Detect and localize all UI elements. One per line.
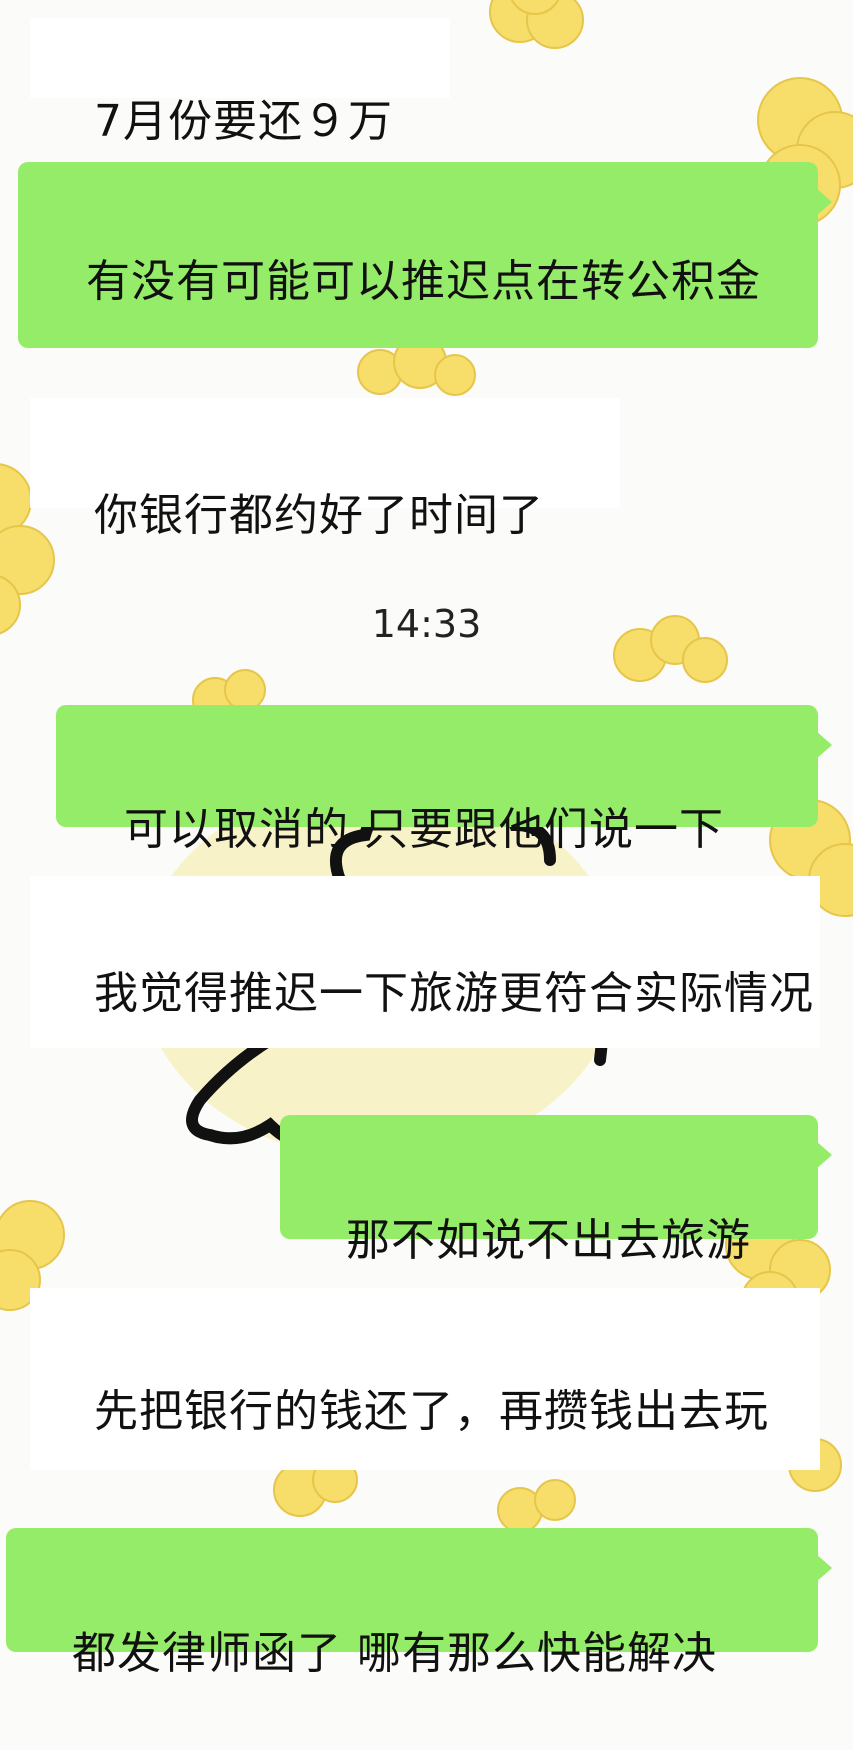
bubble-tail (816, 1141, 832, 1169)
message-text: 那不如说不出去旅游 (345, 1215, 751, 1266)
incoming-message: 7月份要还９万 (30, 18, 450, 147)
outgoing-message[interactable]: 那不如说不出去旅游 (280, 1115, 832, 1266)
incoming-message: 你银行都约好了时间了 (30, 398, 620, 541)
message-text: 有没有可能可以推迟点在转公积金 (85, 256, 761, 307)
message-text: 你银行都约好了时间了 (93, 490, 544, 541)
message-text: 我觉得推迟一下旅游更符合实际情况 (93, 968, 814, 1019)
chat-timestamp: 14:33 (371, 602, 482, 646)
incoming-message: 我觉得推迟一下旅游更符合实际情况 (30, 876, 820, 1048)
outgoing-message[interactable]: 有没有可能可以推迟点在转公积金 (18, 162, 832, 348)
message-text: 7月份要还９万 (93, 96, 393, 147)
popcorn-sticker-icon (497, 1479, 576, 1533)
message-text: 可以取消的 只要跟他们说一下 (123, 804, 724, 855)
outgoing-message[interactable]: 可以取消的 只要跟他们说一下 (56, 705, 832, 855)
outgoing-message[interactable]: 都发律师函了 哪有那么快能解决 (6, 1528, 832, 1679)
message-text: 都发律师函了 哪有那么快能解决 (71, 1628, 717, 1679)
bubble-tail (816, 188, 832, 216)
message-text: 先把银行的钱还了，再攒钱出去玩 (93, 1386, 769, 1437)
popcorn-sticker-icon (489, 0, 584, 49)
bubble-tail (816, 731, 832, 759)
bubble-tail (816, 1554, 832, 1582)
incoming-message: 先把银行的钱还了，再攒钱出去玩 (30, 1288, 820, 1470)
